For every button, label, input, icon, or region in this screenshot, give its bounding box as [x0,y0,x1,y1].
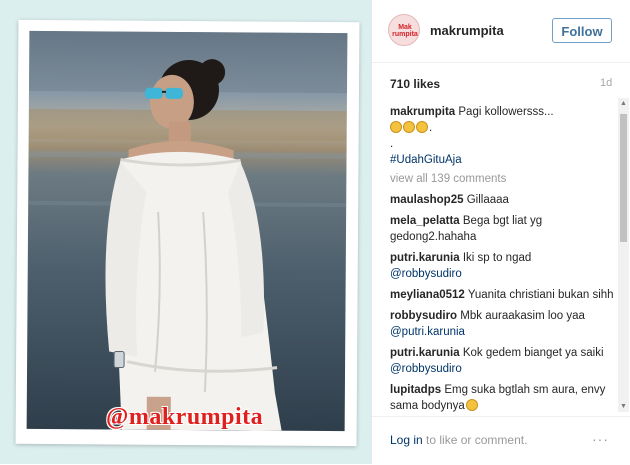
post-photo[interactable] [26,30,348,432]
comment-item: lupitadps Emg suka bgtlah sm aura, envy … [390,382,616,412]
scroll-down-arrow-icon[interactable]: ▼ [618,401,629,412]
comment-mention[interactable]: @robbysudiro [390,268,462,280]
comment-item: putri.karunia Kok gedem bianget ya saiki… [390,345,616,377]
post-image-panel: @makrumpita [0,0,371,464]
comment-username[interactable]: robbysudiro [390,310,457,322]
comment-mention[interactable]: @putri.karunia [390,326,465,338]
comment-text: Mbk auraakasim loo yaa [460,310,585,322]
comment-item: robbysudiro Mbk auraakasim loo yaa @putr… [390,308,616,340]
grinning-emoji-icon [390,121,402,133]
comment-item: meyliana0512 Yuanita christiani bukan si… [390,287,616,303]
caption-dot-line: . [390,138,394,150]
comment-username[interactable]: putri.karunia [390,347,460,359]
post-timestamp[interactable]: 1d [600,77,612,89]
comment-item: putri.karunia Iki sp to ngad @robbysudir… [390,250,616,282]
caption-username[interactable]: makrumpita [390,106,455,118]
login-prompt: Log in to like or comment. [390,433,527,447]
grinning-emoji-icon [403,121,415,133]
likes-count[interactable]: 710 likes [390,77,440,91]
post-header: Mak rumpita makrumpita Follow [372,0,630,63]
caption-hashtag[interactable]: #UdahGituAja [390,154,462,166]
comment-text: Gillaaaa [466,194,509,206]
comment-text: Kok gedem bianget ya saiki [462,347,604,359]
watermark-text: @makrumpita [106,404,264,430]
scrollbar-thumb[interactable] [620,114,627,242]
comment-username[interactable]: putri.karunia [390,252,460,264]
avatar[interactable]: Mak rumpita [388,14,420,46]
comment-text: Iki sp to ngad [462,252,532,264]
caption-dot: . [429,122,433,134]
login-link[interactable]: Log in [390,433,423,447]
scroll-up-arrow-icon[interactable]: ▲ [618,98,629,109]
comment-item: mela_pelatta Bega bgt liat yg gedong2.ha… [390,213,616,245]
comment-text: Yuanita christiani bukan sihh [467,289,614,301]
follow-button[interactable]: Follow [552,18,612,43]
login-prompt-text: to like or comment. [422,433,528,447]
comment-item: maulashop25 Gillaaaa [390,192,616,208]
comment-mention[interactable]: @robbysudiro [390,363,462,375]
photo-illustration [28,30,348,431]
grinning-emoji-icon [416,121,428,133]
polaroid-frame [15,19,360,447]
comment-username[interactable]: mela_pelatta [390,215,460,227]
comments-scrollbar[interactable]: ▲ ▼ [618,98,629,412]
comment-username[interactable]: maulashop25 [390,194,464,206]
more-dots-icon[interactable]: ··· [592,431,609,447]
comments-list: makrumpita Pagi kollowersss... . . #Udah… [390,104,616,412]
caption: makrumpita Pagi kollowersss... . . #Udah… [390,104,616,168]
comment-username[interactable]: meyliana0512 [390,289,465,301]
comment-username[interactable]: lupitadps [390,384,441,396]
post-footer: Log in to like or comment. ··· [372,416,630,465]
avatar-logo-text: Mak rumpita [392,24,418,38]
post-sidebar: Mak rumpita makrumpita Follow 710 likes … [371,0,630,464]
crying-laughing-emoji-icon [465,399,478,411]
view-all-comments-link[interactable]: view all 139 comments [390,171,616,187]
header-username[interactable]: makrumpita [430,23,504,38]
caption-text: Pagi kollowersss... [458,106,554,118]
